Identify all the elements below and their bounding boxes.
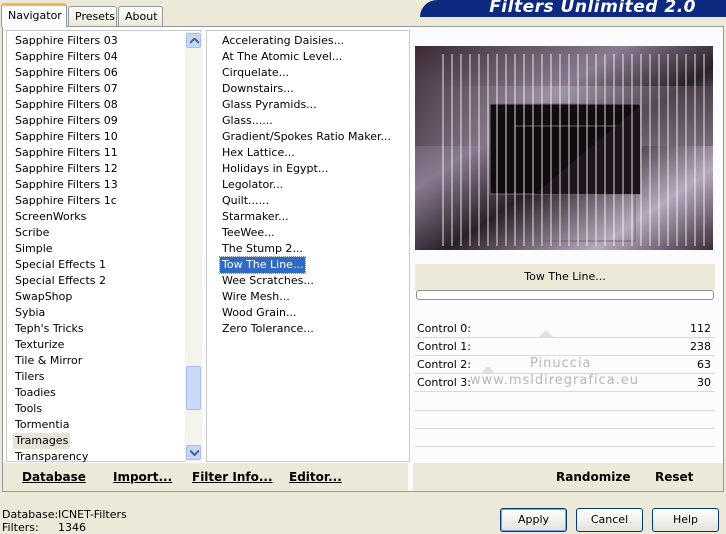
filters-count-value: 1346	[58, 521, 86, 534]
filter-item[interactable]: Glass......	[220, 113, 275, 129]
category-item[interactable]: Sybia	[13, 305, 47, 321]
randomize-button[interactable]: Randomize	[556, 470, 630, 484]
category-item[interactable]: Sapphire Filters 03	[13, 33, 120, 49]
category-item[interactable]: Simple	[13, 241, 55, 257]
category-item[interactable]: Sapphire Filters 08	[13, 97, 120, 113]
watermark-url: www.msldiregrafica.eu	[470, 373, 640, 388]
control-3-label: Control 3:	[417, 376, 471, 389]
category-item[interactable]: Texturize	[13, 337, 66, 353]
help-button[interactable]: Help	[652, 508, 719, 532]
category-item[interactable]: Sapphire Filters 10	[13, 129, 120, 145]
filter-item[interactable]: Gradient/Spokes Ratio Maker...	[220, 129, 393, 145]
divider	[415, 446, 715, 447]
category-item[interactable]: Sapphire Filters 09	[13, 113, 120, 129]
filter-item[interactable]: Downstairs...	[220, 81, 296, 97]
import-button[interactable]: Import...	[113, 470, 172, 484]
control-1-value: 238	[690, 340, 711, 353]
category-item[interactable]: Tramages	[13, 433, 71, 449]
database-value: ICNET-Filters	[58, 508, 127, 521]
filter-item[interactable]: Wee Scratches...	[220, 273, 316, 289]
filter-item[interactable]: Glass Pyramids...	[220, 97, 319, 113]
filter-item[interactable]: At The Atomic Level...	[220, 49, 344, 65]
category-item[interactable]: Special Effects 2	[13, 273, 108, 289]
reset-button[interactable]: Reset	[655, 470, 693, 484]
category-item[interactable]: Tilers	[13, 369, 47, 385]
filter-item[interactable]: The Stump 2...	[220, 241, 305, 257]
filter-item[interactable]: TeeWee...	[220, 225, 277, 241]
category-item[interactable]: Sapphire Filters 11	[13, 145, 120, 161]
category-scrollbar[interactable]	[185, 32, 202, 462]
filter-preview-image	[415, 46, 713, 250]
control-2-value: 63	[697, 358, 711, 371]
category-item[interactable]: SwapShop	[13, 289, 74, 305]
divider	[415, 428, 715, 429]
filter-item[interactable]: Cirquelate...	[220, 65, 291, 81]
category-item[interactable]: Sapphire Filters 06	[13, 65, 120, 81]
cancel-button[interactable]: Cancel	[576, 508, 643, 532]
filter-item[interactable]: Accelerating Daisies...	[220, 33, 346, 49]
category-item[interactable]: Sapphire Filters 1c	[13, 193, 119, 209]
selected-filter-title: Tow The Line...	[415, 264, 715, 290]
filter-item[interactable]: Tow The Line...	[218, 256, 307, 274]
category-item[interactable]: Toadies	[13, 385, 58, 401]
control-0-value: 112	[690, 322, 711, 335]
control-0-label: Control 0:	[417, 322, 471, 335]
category-item[interactable]: Tormentia	[13, 417, 71, 433]
preview-graphic	[415, 46, 713, 250]
chevron-up-icon	[190, 38, 199, 44]
control-3-value: 30	[697, 376, 711, 389]
tab-about[interactable]: About	[118, 6, 163, 26]
category-item[interactable]: Tile & Mirror	[13, 353, 84, 369]
filter-item[interactable]: Hex Lattice...	[220, 145, 297, 161]
control-2-label: Control 2:	[417, 358, 471, 371]
scroll-up-button[interactable]	[186, 33, 201, 48]
filter-item[interactable]: Starmaker...	[220, 209, 291, 225]
category-item[interactable]: Sapphire Filters 04	[13, 49, 120, 65]
filter-info-button[interactable]: Filter Info...	[192, 470, 273, 484]
control-0-row[interactable]: Control 0: 112	[415, 320, 715, 338]
category-item[interactable]: Scribe	[13, 225, 51, 241]
filter-item[interactable]: Holidays in Egypt...	[220, 161, 330, 177]
database-button[interactable]: Database	[22, 470, 86, 484]
category-item[interactable]: Sapphire Filters 07	[13, 81, 120, 97]
filter-list[interactable]: Accelerating Daisies... At The Atomic Lev…	[206, 30, 410, 462]
filter-item[interactable]: Wire Mesh...	[220, 289, 292, 305]
banner-title: Filters Unlimited 2.0	[489, 0, 696, 17]
title-banner: Filters Unlimited 2.0	[420, 0, 726, 17]
apply-button[interactable]: Apply	[500, 508, 567, 532]
scroll-thumb[interactable]	[186, 366, 201, 410]
tab-presets[interactable]: Presets	[68, 6, 117, 26]
control-1-label: Control 1:	[417, 340, 471, 353]
category-item[interactable]: Tools	[13, 401, 44, 417]
scroll-down-button[interactable]	[186, 445, 201, 460]
category-item[interactable]: Sapphire Filters 13	[13, 177, 120, 193]
category-item[interactable]: Special Effects 1	[13, 257, 108, 273]
filter-item[interactable]: Legolator...	[220, 177, 285, 193]
chevron-down-icon	[190, 450, 199, 456]
control-1-row[interactable]: Control 1: 238	[415, 338, 715, 356]
filter-item[interactable]: Zero Tolerance...	[220, 321, 316, 337]
category-item[interactable]: ScreenWorks	[13, 209, 88, 225]
divider	[415, 410, 715, 411]
tab-navigator[interactable]: Navigator	[1, 3, 67, 27]
watermark-name: Pinuccia	[530, 356, 592, 371]
category-item[interactable]: Sapphire Filters 12	[13, 161, 120, 177]
divider	[415, 391, 715, 392]
category-list[interactable]: Sapphire Filters 03 Sapphire Filters 04 Sa…	[6, 30, 201, 463]
filter-item[interactable]: Quilt......	[220, 193, 271, 209]
filters-count-label: Filters:	[2, 521, 39, 534]
category-item[interactable]: Teph's Tricks	[13, 321, 86, 337]
editor-button[interactable]: Editor...	[289, 470, 342, 484]
progress-bar	[416, 290, 714, 300]
database-label: Database:	[2, 508, 59, 521]
filter-item[interactable]: Wood Grain...	[220, 305, 298, 321]
